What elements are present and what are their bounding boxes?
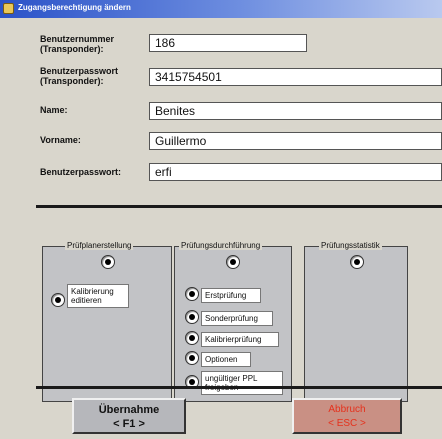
dialog-window: Zugangsberechtigung ändern Benutzernumme… xyxy=(0,0,442,439)
separator-top xyxy=(36,205,442,208)
user-password-transponder-label: Benutzerpasswort (Transponder): xyxy=(40,66,119,86)
cancel-button[interactable]: Abbruch < ESC > xyxy=(292,398,402,434)
options-label: Optionen xyxy=(201,352,251,367)
special-test-label: Sonderprüfung xyxy=(201,311,273,326)
apply-button[interactable]: Übernahme < F1 > xyxy=(72,398,186,434)
name-label: Name: xyxy=(40,105,68,115)
first-test-radio[interactable] xyxy=(185,287,199,301)
separator-bottom xyxy=(36,386,442,389)
client-area: Benutzernummer (Transponder): 186 Benutz… xyxy=(6,22,442,439)
window-title: Zugangsberechtigung ändern xyxy=(18,3,131,12)
title-bar[interactable]: Zugangsberechtigung ändern xyxy=(0,0,442,18)
firstname-label: Vorname: xyxy=(40,135,81,145)
apply-button-label: Übernahme xyxy=(98,404,160,416)
user-password-transponder-field[interactable]: 3415754501 xyxy=(149,68,442,86)
calibration-edit-label: Kalibrierung editieren xyxy=(67,284,129,308)
panel-test-execution: Prüfungsdurchführung Erstprüfung Sonderp… xyxy=(174,241,292,402)
cancel-button-shortcut: < ESC > xyxy=(328,418,366,429)
execution-main-radio[interactable] xyxy=(226,255,240,269)
firstname-field[interactable]: Guillermo xyxy=(149,132,442,150)
apply-button-shortcut: < F1 > xyxy=(113,418,145,430)
password-label: Benutzerpasswort: xyxy=(40,167,122,177)
user-number-field[interactable]: 186 xyxy=(149,34,307,52)
first-test-label: Erstprüfung xyxy=(201,288,261,303)
planning-main-radio[interactable] xyxy=(101,255,115,269)
panel-test-statistics: Prüfungsstatistik xyxy=(304,241,408,402)
app-icon xyxy=(3,3,14,14)
panel-test-planning: Prüfplanerstellung Kalibrierung editiere… xyxy=(42,241,172,402)
panel-test-planning-title: Prüfplanerstellung xyxy=(65,241,134,250)
password-field[interactable]: erfi xyxy=(149,163,442,181)
user-number-label: Benutzernummer (Transponder): xyxy=(40,34,115,54)
special-test-radio[interactable] xyxy=(185,310,199,324)
name-field[interactable]: Benites xyxy=(149,102,442,120)
statistics-main-radio[interactable] xyxy=(350,255,364,269)
panel-test-execution-title: Prüfungsdurchführung xyxy=(179,241,263,250)
calibration-edit-radio[interactable] xyxy=(51,293,65,307)
release-ppl-label: ungültiger PPL freigeben xyxy=(201,371,283,395)
calibration-test-radio[interactable] xyxy=(185,331,199,345)
calibration-test-label: Kalibrierprüfung xyxy=(201,332,279,347)
cancel-button-label: Abbruch xyxy=(328,404,366,415)
panel-test-statistics-title: Prüfungsstatistik xyxy=(319,241,382,250)
options-radio[interactable] xyxy=(185,351,199,365)
